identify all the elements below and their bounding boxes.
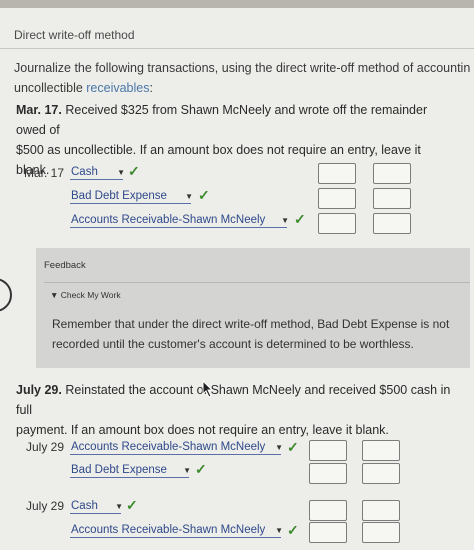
check-icon: ✓ — [287, 439, 299, 455]
instructions-line2-suffix: : — [149, 81, 153, 95]
debit-amount-input[interactable] — [309, 500, 347, 521]
top-bar — [0, 0, 474, 8]
circle-shape — [0, 278, 12, 312]
account-select-value: Accounts Receivable-Shawn McNeely — [71, 441, 266, 453]
dropdown-arrow-icon: ▼ — [117, 168, 125, 177]
feedback-panel: Feedback ▼ Check My Work Remember that u… — [36, 248, 470, 368]
check-my-work-toggle[interactable]: ▼ Check My Work — [50, 290, 121, 300]
question-text: Reinstated the account of Shawn McNeely … — [16, 383, 451, 417]
account-select-bad-debt[interactable]: Bad Debt Expense ▼ — [70, 463, 191, 478]
check-icon: ✓ — [128, 163, 140, 179]
account-select-value: Bad Debt Expense — [71, 464, 167, 476]
divider — [0, 48, 474, 49]
instructions-line1: Journalize the following transactions, u… — [14, 61, 470, 75]
credit-amount-input[interactable] — [373, 188, 411, 209]
dropdown-arrow-icon: ▼ — [115, 502, 123, 511]
question-label: Mar. 17. — [16, 103, 62, 117]
check-icon: ✓ — [195, 461, 207, 477]
debit-amount-input[interactable] — [318, 213, 356, 234]
check-icon: ✓ — [294, 211, 306, 227]
credit-amount-input[interactable] — [362, 463, 400, 484]
debit-amount-input[interactable] — [309, 463, 347, 484]
debit-amount-input[interactable] — [318, 163, 356, 184]
page-title: Direct write-off method — [14, 28, 135, 42]
credit-amount-input[interactable] — [362, 500, 400, 521]
entry-date: Mar. 17 — [24, 166, 65, 180]
mouse-cursor-icon — [202, 380, 214, 398]
collapse-triangle-icon: ▼ — [50, 290, 61, 300]
check-icon: ✓ — [198, 187, 210, 203]
credit-amount-input[interactable] — [362, 522, 400, 543]
debit-amount-input[interactable] — [309, 522, 347, 543]
account-select-bad-debt[interactable]: Bad Debt Expense ▼ — [70, 189, 193, 204]
instructions-line2-prefix: uncollectible — [14, 81, 87, 95]
instructions-line2: uncollectible receivables: — [14, 78, 470, 98]
question-text: Received $325 from Shawn McNeely and wro… — [16, 103, 428, 137]
instructions: Journalize the following transactions, u… — [14, 58, 470, 98]
feedback-title: Feedback — [44, 260, 86, 271]
entry-date: July 29 — [26, 499, 65, 513]
feedback-text: Remember that under the direct write-off… — [52, 317, 450, 351]
page: Direct write-off method Journalize the f… — [0, 8, 474, 550]
check-icon: ✓ — [287, 522, 299, 538]
account-select-ar[interactable]: Accounts Receivable-Shawn McNeely ▼ — [70, 440, 283, 455]
check-icon: ✓ — [126, 497, 138, 513]
account-select-ar[interactable]: Accounts Receivable-Shawn McNeely ▼ — [70, 213, 289, 228]
question-july29: July 29. Reinstated the account of Shawn… — [16, 380, 456, 440]
account-select-value: Cash — [71, 500, 98, 512]
entry-date: July 29 — [26, 440, 65, 454]
dropdown-arrow-icon: ▼ — [275, 443, 283, 452]
account-select-cash[interactable]: Cash ▼ — [70, 499, 123, 514]
account-select-value: Accounts Receivable-Shawn McNeely — [71, 214, 266, 226]
credit-amount-input[interactable] — [362, 440, 400, 461]
account-select-value: Bad Debt Expense — [71, 190, 167, 202]
debit-amount-input[interactable] — [309, 440, 347, 461]
question-text-2: payment. If an amount box does not requi… — [16, 423, 389, 437]
feedback-divider — [44, 282, 470, 283]
receivables-link[interactable]: receivables — [86, 81, 149, 95]
account-select-value: Accounts Receivable-Shawn McNeely — [71, 524, 266, 536]
account-select-value: Cash — [71, 166, 98, 178]
account-select-cash[interactable]: Cash ▼ — [70, 165, 125, 180]
debit-amount-input[interactable] — [318, 188, 356, 209]
credit-amount-input[interactable] — [373, 163, 411, 184]
check-my-work-label: Check My Work — [60, 290, 121, 300]
dropdown-arrow-icon: ▼ — [185, 192, 193, 201]
dropdown-arrow-icon: ▼ — [183, 466, 191, 475]
question-label: July 29. — [16, 383, 62, 397]
dropdown-arrow-icon: ▼ — [275, 526, 283, 535]
account-select-ar[interactable]: Accounts Receivable-Shawn McNeely ▼ — [70, 523, 283, 538]
dropdown-arrow-icon: ▼ — [281, 216, 289, 225]
credit-amount-input[interactable] — [373, 213, 411, 234]
